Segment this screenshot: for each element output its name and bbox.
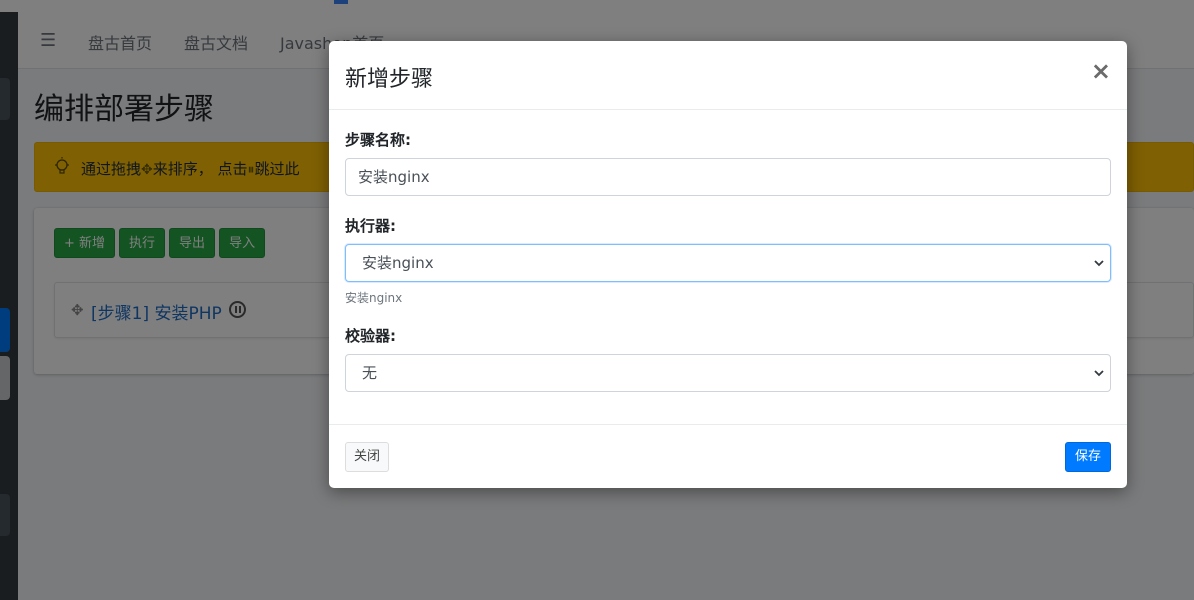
- add-step-modal: 新增步骤 × 步骤名称: 安装nginx 执行器: 安装nginx 安装ngin…: [329, 41, 1127, 488]
- validator-select[interactable]: 无: [345, 354, 1111, 392]
- executor-selected-value: 安装nginx: [362, 254, 434, 272]
- close-button[interactable]: 关闭: [345, 442, 390, 472]
- executor-label: 执行器:: [345, 217, 396, 235]
- close-icon[interactable]: ×: [1091, 59, 1111, 83]
- executor-help-text: 安装nginx: [345, 291, 403, 305]
- save-button[interactable]: 保存: [1064, 442, 1111, 472]
- step-name-input[interactable]: 安装nginx: [345, 158, 1111, 196]
- modal-title: 新增步骤: [345, 67, 434, 92]
- validator-selected-value: 无: [362, 364, 378, 382]
- validator-label: 校验器:: [345, 327, 396, 345]
- chevron-down-icon: [1094, 260, 1104, 267]
- chevron-down-icon: [1094, 370, 1104, 377]
- executor-select[interactable]: 安装nginx: [345, 244, 1111, 282]
- step-name-label: 步骤名称:: [345, 131, 411, 149]
- modal-header: 新增步骤 ×: [329, 41, 1127, 110]
- modal-footer: 关闭 保存: [329, 424, 1127, 488]
